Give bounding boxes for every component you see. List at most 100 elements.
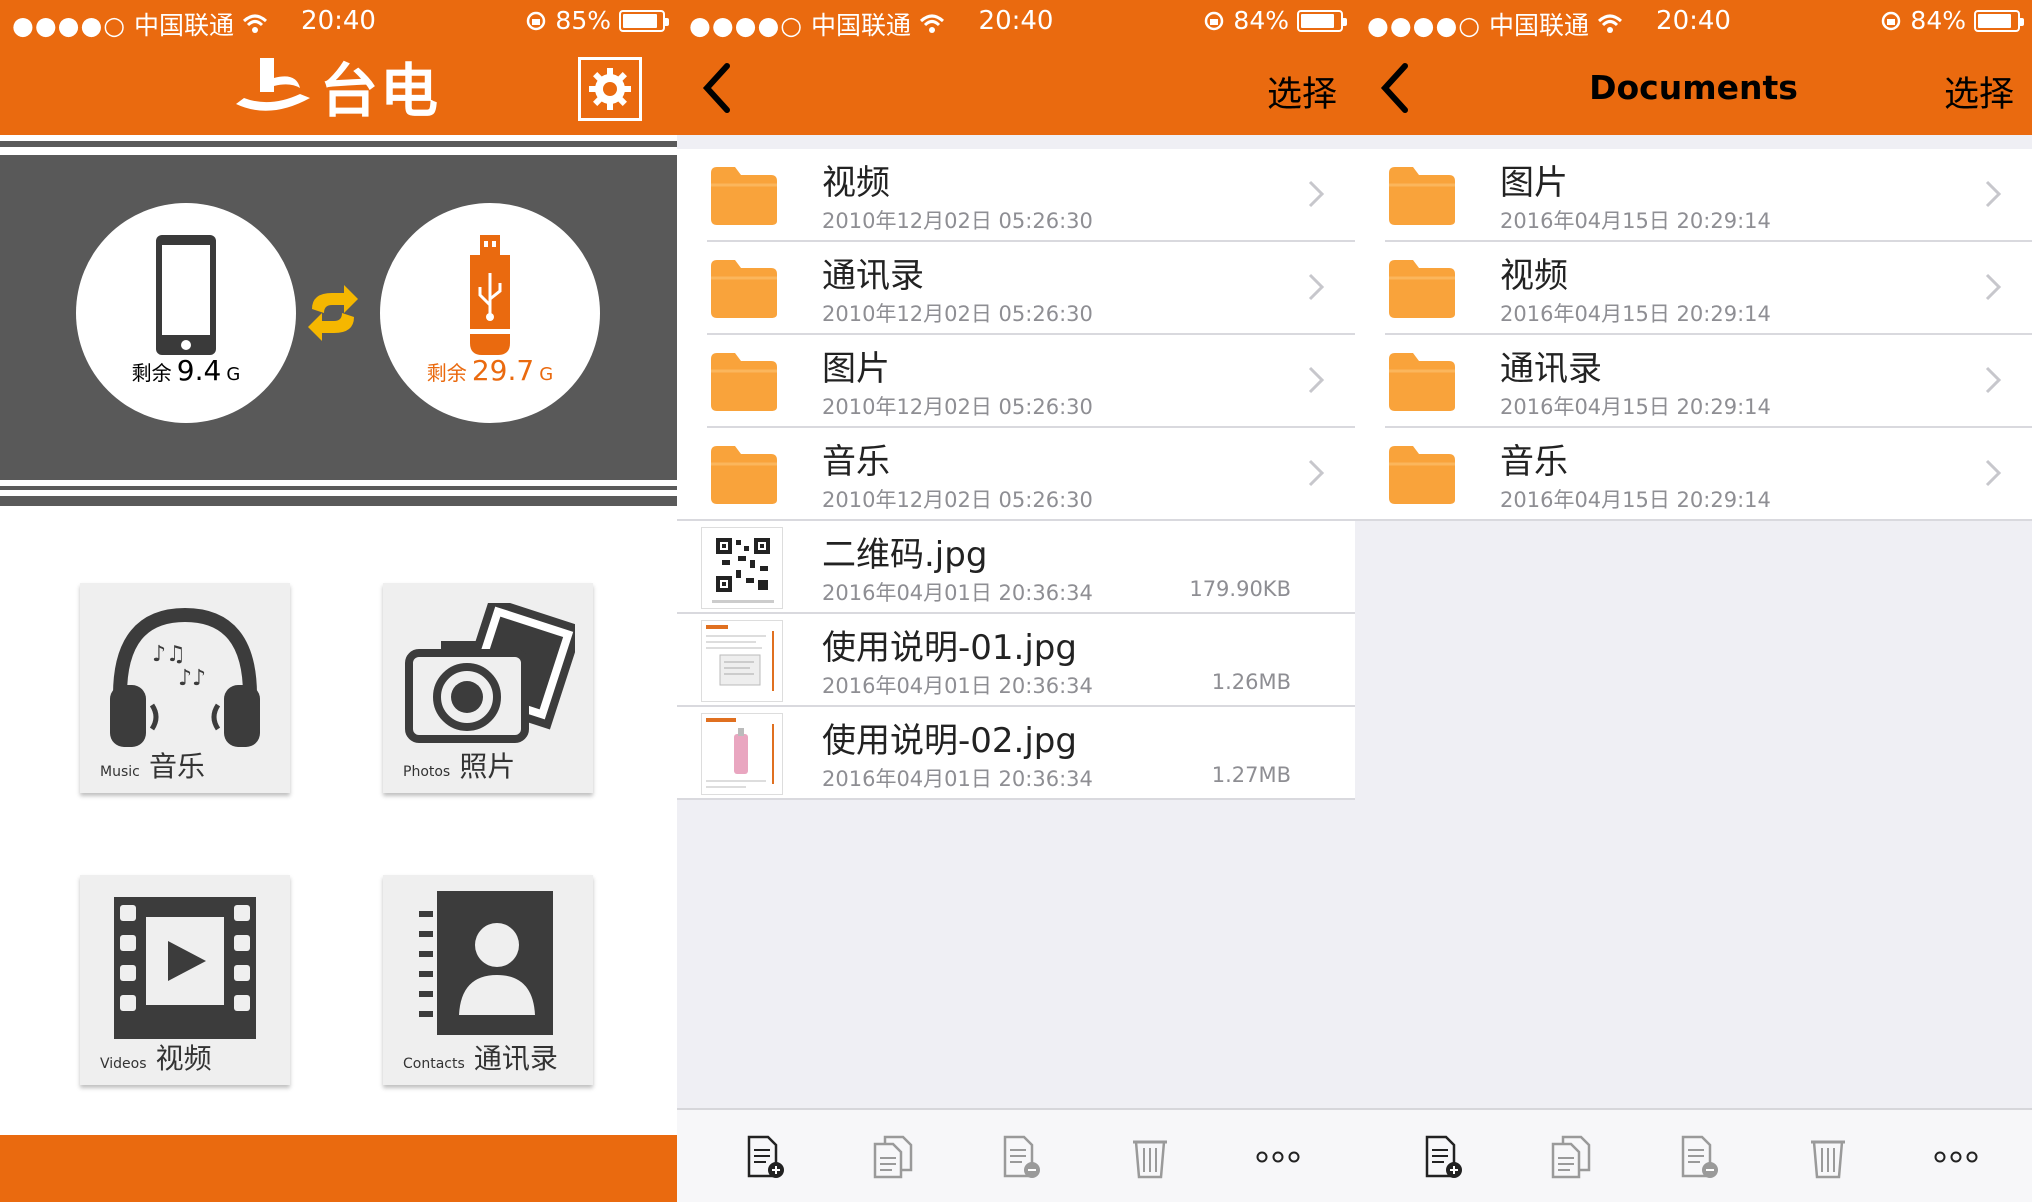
select-button[interactable]: 选择 (1267, 66, 1337, 117)
list-item[interactable]: 视频 2016年04月15日 20:29:14 (1355, 242, 2032, 335)
rotation-lock-icon (1882, 11, 1901, 30)
list-item[interactable]: 音乐 2010年12月02日 05:26:30 (677, 428, 1355, 521)
file-date: 2016年04月01日 20:36:34 (822, 674, 1093, 698)
delete-button[interactable] (1123, 1132, 1177, 1182)
more-icon (1934, 1151, 1978, 1163)
file-name: 音乐 (1500, 442, 1568, 482)
folder-list: 图片 2016年04月15日 20:29:14 视频 2016年04月15日 2… (1355, 149, 2032, 521)
status-bar: ●●●●○ 中国联通 20:40 84% (677, 0, 1355, 44)
chevron-right-icon (1308, 366, 1325, 394)
folder-icon (1389, 167, 1455, 225)
usb-storage-card[interactable]: 剩余 29.7 G (380, 203, 600, 423)
photos-tile[interactable]: Photos 照片 (383, 583, 593, 793)
photos-tile-label: 照片 (459, 750, 516, 783)
manual-page-thumbnail (701, 713, 783, 795)
list-item[interactable]: 通讯录 2010年12月02日 05:26:30 (677, 242, 1355, 335)
chevron-right-icon (1985, 459, 2002, 487)
battery-percent: 84% (1233, 6, 1289, 35)
chevron-right-icon (1985, 273, 2002, 301)
more-button[interactable] (1251, 1132, 1305, 1182)
list-item[interactable]: 图片 2010年12月02日 05:26:30 (677, 335, 1355, 428)
remove-file-button[interactable] (1673, 1132, 1727, 1182)
chevron-right-icon (1985, 366, 2002, 394)
file-date: 2010年12月02日 05:26:30 (822, 395, 1093, 419)
music-tile-label: 音乐 (148, 750, 205, 783)
list-item[interactable]: 音乐 2016年04月15日 20:29:14 (1355, 428, 2032, 521)
select-button[interactable]: 选择 (1944, 66, 2014, 117)
brand-name: 台电 (320, 57, 441, 125)
list-item[interactable]: 使用说明-02.jpg 2016年04月01日 20:36:34 1.27MB (677, 707, 1355, 800)
file-date: 2016年04月15日 20:29:14 (1500, 302, 1771, 326)
file-name: 二维码.jpg (822, 535, 988, 575)
remove-file-button[interactable] (995, 1132, 1049, 1182)
phone-storage-label: 剩余 (131, 361, 172, 385)
footer-bar (0, 1135, 677, 1202)
sync-icon[interactable] (306, 283, 360, 343)
delete-button[interactable] (1801, 1132, 1855, 1182)
file-name: 视频 (1500, 256, 1568, 296)
chevron-right-icon (1308, 459, 1325, 487)
usb-drive-icon (470, 235, 510, 355)
list-item[interactable]: 使用说明-01.jpg 2016年04月01日 20:36:34 1.26MB (677, 614, 1355, 707)
new-file-button[interactable] (1417, 1132, 1471, 1182)
storage-panel: 剩余 9.4 G 剩余 29.7 G (0, 155, 677, 480)
copy-button[interactable] (1545, 1132, 1599, 1182)
qr-code-thumbnail (701, 527, 783, 609)
file-date: 2010年12月02日 05:26:30 (822, 488, 1093, 512)
videos-tile[interactable]: Videos 视频 (80, 875, 290, 1085)
contacts-tile[interactable]: Contacts 通讯录 (383, 875, 593, 1085)
file-name: 通讯录 (822, 256, 924, 296)
file-date: 2010年12月02日 05:26:30 (822, 209, 1093, 233)
copy-button[interactable] (867, 1132, 921, 1182)
more-button[interactable] (1929, 1132, 1983, 1182)
file-size: 1.27MB (1211, 763, 1291, 787)
file-date: 2016年04月01日 20:36:34 (822, 767, 1093, 791)
file-date: 2016年04月15日 20:29:14 (1500, 488, 1771, 512)
list-item[interactable]: 图片 2016年04月15日 20:29:14 (1355, 149, 2032, 242)
contacts-tile-en-label: Contacts (403, 1056, 465, 1072)
file-name: 视频 (822, 163, 890, 203)
folder-icon (711, 446, 777, 504)
folder-icon (1389, 260, 1455, 318)
folder-icon (711, 353, 777, 411)
film-icon (114, 897, 256, 1039)
back-button[interactable] (699, 60, 735, 116)
divider-stripe (0, 141, 677, 147)
teclast-logo-icon (236, 58, 310, 111)
list-item[interactable]: 二维码.jpg 2016年04月01日 20:36:34 179.90KB (677, 521, 1355, 614)
new-file-icon (1425, 1135, 1462, 1178)
list-item[interactable]: 通讯录 2016年04月15日 20:29:14 (1355, 335, 2032, 428)
file-name: 图片 (822, 349, 890, 389)
chevron-right-icon (1308, 273, 1325, 301)
list-item[interactable]: 视频 2010年12月02日 05:26:30 (677, 149, 1355, 242)
contact-book-icon (419, 891, 553, 1035)
videos-tile-label: 视频 (155, 1042, 212, 1075)
photos-tile-en-label: Photos (403, 764, 451, 780)
music-tile-en-label: Music (100, 764, 140, 780)
battery-icon (1974, 9, 2024, 32)
svg-text:♪♪: ♪♪ (178, 666, 206, 691)
folder-icon (711, 260, 777, 318)
remove-file-icon (1003, 1135, 1040, 1178)
new-file-button[interactable] (739, 1132, 793, 1182)
music-tile[interactable]: ♪♫ ♪♪ Music 音乐 (80, 583, 290, 793)
file-date: 2010年12月02日 05:26:30 (822, 302, 1093, 326)
phone-storage-card[interactable]: 剩余 9.4 G (76, 203, 296, 423)
file-date: 2016年04月15日 20:29:14 (1500, 395, 1771, 419)
usb-storage-label: 剩余 (426, 361, 467, 385)
battery-icon (1297, 9, 1347, 32)
camera-icon (405, 603, 575, 743)
phone-storage-value: 9.4 (176, 354, 222, 387)
documents-screen: ●●●●○ 中国联通 20:40 84% Documents 选择 图片 201… (1355, 0, 2032, 1202)
folder-icon (1389, 353, 1455, 411)
chevron-right-icon (1985, 180, 2002, 208)
trash-icon (1811, 1140, 1845, 1179)
settings-button[interactable] (578, 57, 642, 121)
page-title: Documents (1589, 68, 1798, 107)
status-bar: ●●●●○ 中国联通 20:40 85% (0, 0, 677, 44)
rotation-lock-icon (1205, 11, 1224, 30)
file-date: 2016年04月01日 20:36:34 (822, 581, 1093, 605)
file-name: 图片 (1500, 163, 1568, 203)
bottom-toolbar (677, 1108, 1355, 1202)
file-list: 视频 2010年12月02日 05:26:30 通讯录 2010年12月02日 … (677, 149, 1355, 800)
